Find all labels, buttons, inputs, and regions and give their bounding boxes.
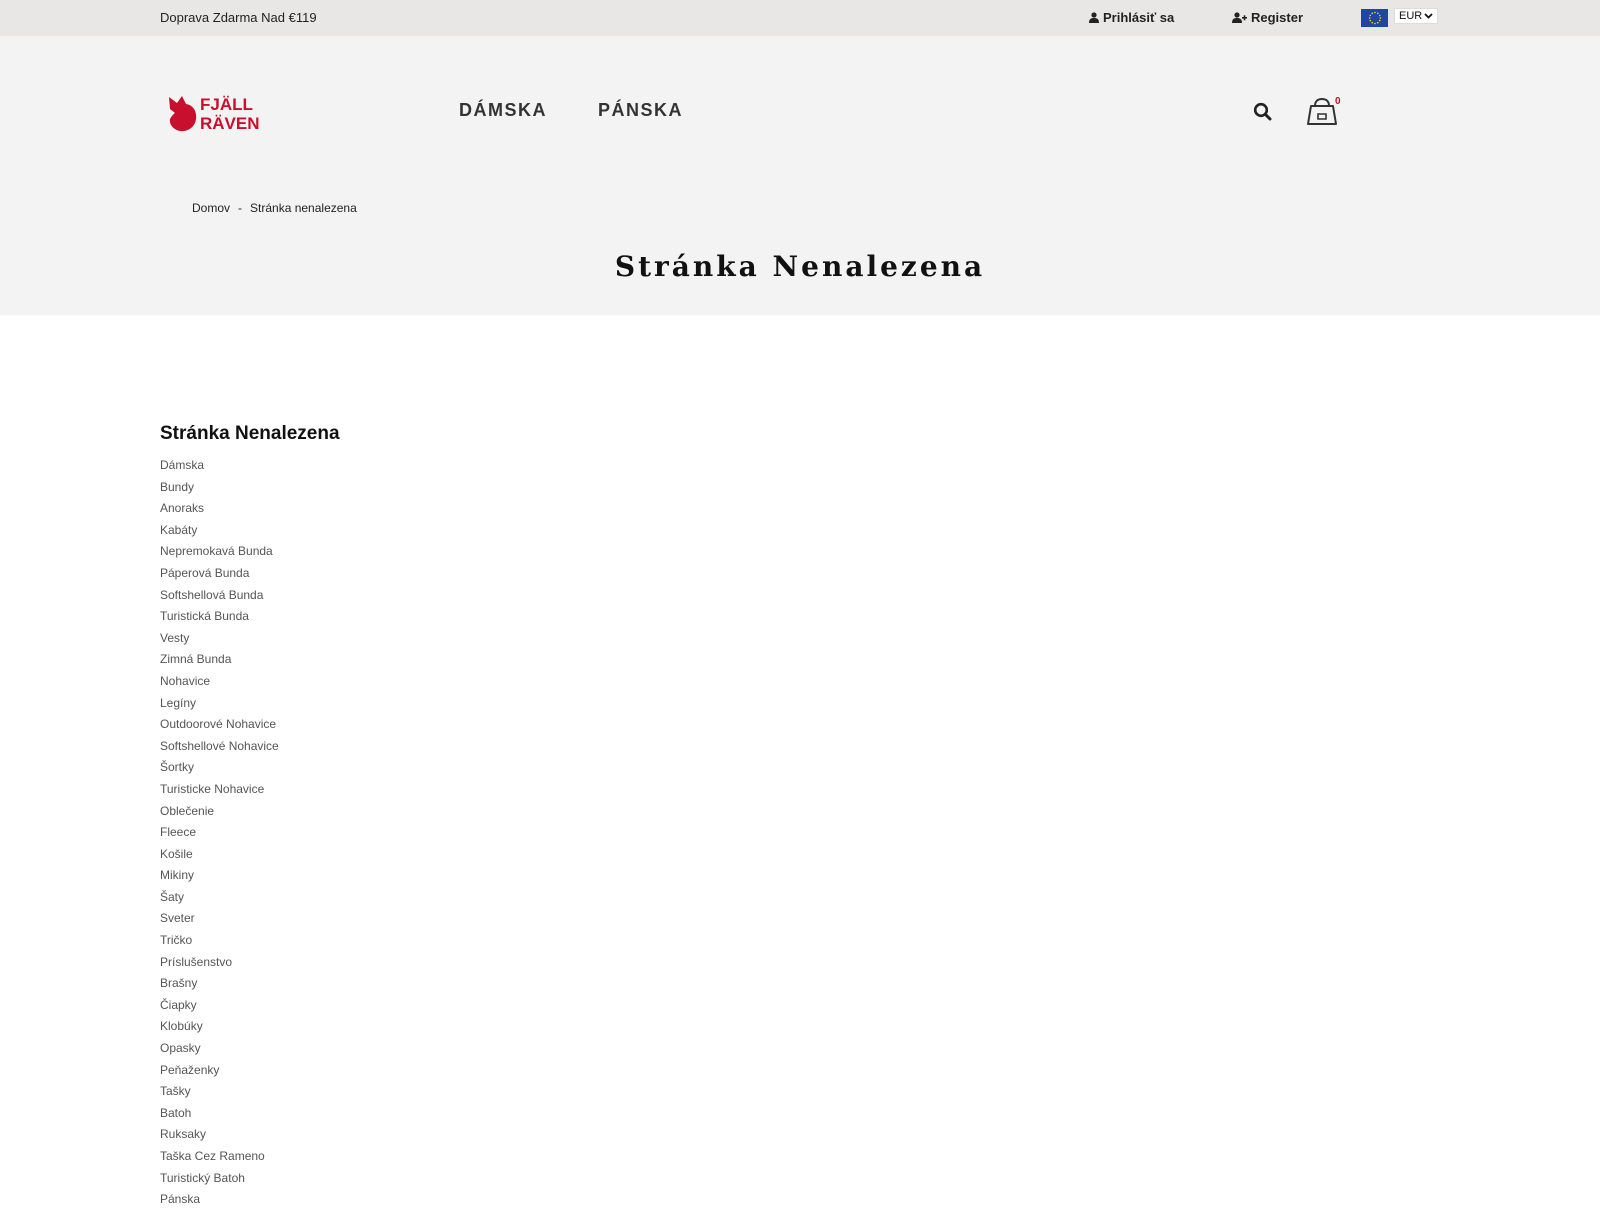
register-label: Register [1251, 10, 1304, 25]
logo-text-top: FJÄLL [200, 95, 253, 114]
shipping-promo: Doprava Zdarma Nad €119 [160, 10, 317, 25]
category-link[interactable]: Šaty [160, 890, 279, 912]
category-link[interactable]: Fleece [160, 825, 279, 847]
category-list: Dámska Bundy Anoraks Kabáty Nepremokavá … [160, 458, 279, 1214]
top-bar: Doprava Zdarma Nad €119 Prihlásiť sa Reg… [0, 0, 1600, 36]
search-button[interactable] [1253, 102, 1273, 122]
category-link[interactable]: Tričko [160, 933, 279, 955]
category-link[interactable]: Legíny [160, 696, 279, 718]
cart-button[interactable] [1305, 96, 1339, 128]
chevron-down-icon [1424, 13, 1433, 19]
page-title: Stránka Nenalezena [614, 250, 986, 283]
login-label: Prihlásiť sa [1103, 10, 1175, 25]
category-link[interactable]: Dámska [160, 458, 279, 480]
category-link[interactable]: Turistický Batoh [160, 1171, 279, 1193]
category-link[interactable]: Outdoorové Nohavice [160, 717, 279, 739]
category-link[interactable]: Zimná Bunda [160, 652, 279, 674]
currency-value: EUR [1399, 10, 1423, 22]
category-link[interactable]: Ruksaky [160, 1127, 279, 1149]
eu-flag-icon[interactable] [1361, 9, 1388, 27]
category-link[interactable]: Softshellové Nohavice [160, 739, 279, 761]
search-icon [1253, 102, 1272, 121]
category-link[interactable]: Taška Cez Rameno [160, 1149, 279, 1171]
category-link[interactable]: Batoh [160, 1106, 279, 1128]
breadcrumb-current: Stránka nenalezena [250, 201, 357, 215]
nav-damska[interactable]: DÁMSKA [459, 100, 547, 121]
logo-text-bottom: RÄVEN [200, 114, 260, 133]
category-link[interactable]: Šortky [160, 760, 279, 782]
category-link[interactable]: Opasky [160, 1041, 279, 1063]
category-link[interactable]: Tašky [160, 1084, 279, 1106]
category-link[interactable]: Nepremokavá Bunda [160, 544, 279, 566]
login-link[interactable]: Prihlásiť sa [1089, 10, 1174, 25]
category-link[interactable]: Brašny [160, 976, 279, 998]
nav-panska[interactable]: PÁNSKA [598, 100, 683, 121]
register-link[interactable]: Register [1232, 10, 1303, 25]
cart-icon [1307, 97, 1337, 125]
category-link[interactable]: Turisticke Nohavice [160, 782, 279, 804]
category-link[interactable]: Bundy [160, 480, 279, 502]
category-link[interactable]: Vesty [160, 631, 279, 653]
category-link[interactable]: Nohavice [160, 674, 279, 696]
site-header: FJÄLL RÄVEN DÁMSKA PÁNSKA 0 Domov - Stránk… [0, 36, 1600, 315]
user-plus-icon [1232, 12, 1247, 23]
category-link[interactable]: Príslušenstvo [160, 955, 279, 977]
breadcrumb-home[interactable]: Domov [192, 201, 230, 215]
category-link[interactable]: Softshellová Bunda [160, 588, 279, 610]
category-link[interactable]: Anoraks [160, 501, 279, 523]
cart-count-badge: 0 [1335, 96, 1341, 107]
breadcrumb: Domov - Stránka nenalezena [192, 201, 357, 215]
breadcrumb-separator: - [238, 201, 243, 215]
category-link[interactable]: Klobúky [160, 1019, 279, 1041]
category-link[interactable]: Kabáty [160, 523, 279, 545]
category-link[interactable]: Páperová Bunda [160, 566, 279, 588]
category-link[interactable]: Oblečenie [160, 804, 279, 826]
currency-select[interactable]: EUR [1394, 8, 1438, 24]
category-link[interactable]: Pánska [160, 1192, 279, 1214]
user-icon [1089, 12, 1099, 23]
category-link[interactable]: Čiapky [160, 998, 279, 1020]
category-link[interactable]: Košile [160, 847, 279, 869]
category-link[interactable]: Peňaženky [160, 1063, 279, 1085]
brand-logo[interactable]: FJÄLL RÄVEN [166, 91, 278, 135]
category-link[interactable]: Sveter [160, 911, 279, 933]
category-link[interactable]: Mikiny [160, 868, 279, 890]
section-title: Stránka Nenalezena [160, 423, 340, 444]
category-link[interactable]: Turistická Bunda [160, 609, 279, 631]
